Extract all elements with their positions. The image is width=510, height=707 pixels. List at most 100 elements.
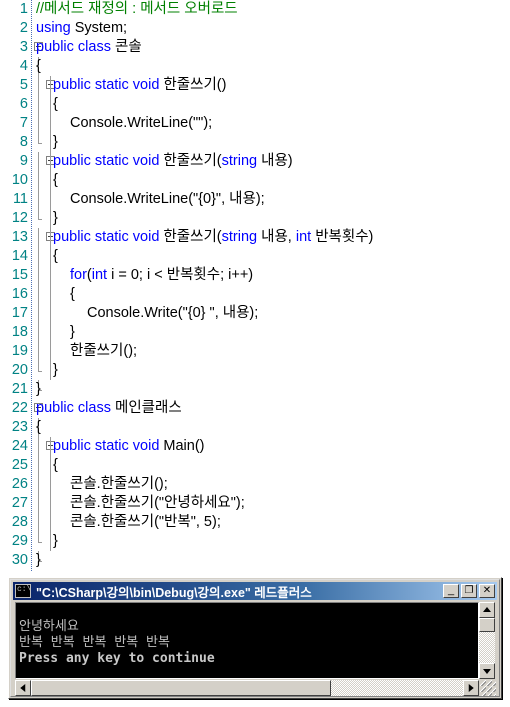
- console-window-frame: "C:\CSharp\강의\bin\Debug\강의.exe" 레드플러스 _ …: [10, 579, 500, 697]
- line-number: 15: [11, 267, 28, 283]
- code-text: {: [53, 95, 58, 114]
- console-output-screen[interactable]: 안녕하세요 반복 반복 반복 반복 반복 Press any key to cont…: [15, 602, 479, 679]
- code-line[interactable]: 24 public static void Main(): [0, 437, 510, 456]
- vertical-scroll-track[interactable]: [479, 632, 495, 663]
- chevron-right-icon: [468, 684, 474, 692]
- code-line[interactable]: 27 콘솔.한줄쓰기("안녕하세요");: [0, 494, 510, 513]
- fold-guide-line: [50, 247, 51, 266]
- fold-guide-line: [50, 133, 51, 152]
- code-line[interactable]: 17 Console.Write("{0} ", 내용);: [0, 304, 510, 323]
- console-window[interactable]: "C:\CSharp\강의\bin\Debug\강의.exe" 레드플러스 _ …: [8, 577, 502, 699]
- code-text: 콘솔.한줄쓰기("반복", 5);: [70, 513, 221, 532]
- console-horizontal-scrollbar[interactable]: [15, 680, 479, 696]
- code-line[interactable]: 16 {: [0, 285, 510, 304]
- fold-guide-line: [50, 304, 51, 323]
- code-line[interactable]: 6{: [0, 95, 510, 114]
- scroll-down-button[interactable]: [479, 663, 495, 679]
- code-line[interactable]: 12}: [0, 209, 510, 228]
- code-line[interactable]: 7 Console.WriteLine("");: [0, 114, 510, 133]
- line-number: 5: [19, 77, 28, 93]
- code-identifier: {: [36, 58, 41, 74]
- code-editor[interactable]: 1 //메서드 재정의 : 메서드 오버로드 2 using System; 3 publ…: [0, 0, 510, 572]
- code-line[interactable]: 19 한줄쓰기();: [0, 342, 510, 361]
- fold-guide-line: [50, 361, 51, 380]
- vertical-scroll-thumb[interactable]: [479, 618, 495, 632]
- code-line[interactable]: 13 public static void 한줄쓰기(string 내용, int…: [0, 228, 510, 247]
- scroll-left-button[interactable]: [15, 680, 31, 696]
- fold-guide-line: [50, 152, 51, 171]
- code-line[interactable]: 5 public static void 한줄쓰기(): [0, 76, 510, 95]
- code-line[interactable]: 30}: [0, 551, 510, 570]
- code-text: Console.WriteLine("");: [70, 114, 212, 133]
- horizontal-scroll-track[interactable]: [331, 680, 463, 696]
- line-number: 22: [11, 400, 28, 416]
- fold-guide-line: [38, 437, 39, 456]
- window-resize-grip[interactable]: [480, 680, 496, 696]
- code-line[interactable]: 4{: [0, 57, 510, 76]
- code-line[interactable]: 15 for(int i = 0; i < 반복횟수; i++): [0, 266, 510, 285]
- code-lines-container[interactable]: 1 //메서드 재정의 : 메서드 오버로드 2 using System; 3 publ…: [0, 0, 510, 570]
- console-output-text: 안녕하세요 반복 반복 반복 반복 반복 Press any key to cont…: [16, 603, 478, 667]
- code-identifier: }: [70, 324, 75, 340]
- maximize-button[interactable]: ❐: [461, 584, 477, 598]
- fold-guide-line: [38, 114, 39, 133]
- console-vertical-scrollbar[interactable]: [479, 602, 495, 679]
- code-line[interactable]: 14 {: [0, 247, 510, 266]
- code-identifier: 콘솔: [110, 39, 142, 55]
- code-line[interactable]: 22 public class 메인클래스: [0, 399, 510, 418]
- code-identifier: {: [53, 172, 58, 188]
- line-number: 13: [11, 229, 28, 245]
- code-line[interactable]: 26 콘솔.한줄쓰기();: [0, 475, 510, 494]
- fold-guide-line: [38, 304, 39, 323]
- code-line[interactable]: 3 public class 콘솔: [0, 38, 510, 57]
- fold-guide-line: [38, 171, 39, 190]
- code-keyword: public class: [36, 400, 111, 416]
- code-text: }: [53, 209, 58, 228]
- code-text: public class 메인클래스: [36, 399, 182, 418]
- console-output-line: Press any key to continue: [19, 651, 215, 666]
- code-identifier: 한줄쓰기(: [159, 153, 222, 169]
- code-line[interactable]: 29}: [0, 532, 510, 551]
- code-identifier: Console.WriteLine("{0}", 내용);: [70, 191, 265, 207]
- code-line[interactable]: 28 콘솔.한줄쓰기("반복", 5);: [0, 513, 510, 532]
- scroll-up-button[interactable]: [479, 602, 495, 618]
- code-keyword: string: [221, 153, 258, 169]
- code-keyword: int: [295, 229, 312, 245]
- code-identifier: Console.WriteLine("");: [70, 115, 213, 131]
- line-number: 6: [19, 96, 28, 112]
- code-line[interactable]: 8}: [0, 133, 510, 152]
- code-line[interactable]: 2 using System;: [0, 19, 510, 38]
- line-number: 4: [19, 58, 28, 74]
- horizontal-scroll-thumb[interactable]: [31, 680, 331, 696]
- code-identifier: }: [53, 533, 58, 549]
- fold-guide-line: [50, 532, 51, 551]
- console-app-icon: [15, 583, 31, 598]
- line-number: 27: [11, 495, 28, 511]
- code-line[interactable]: 25 {: [0, 456, 510, 475]
- scroll-right-button[interactable]: [463, 680, 479, 696]
- code-line[interactable]: 21}: [0, 380, 510, 399]
- code-text: }: [36, 551, 41, 570]
- code-line[interactable]: 9 public static void 한줄쓰기(string 내용): [0, 152, 510, 171]
- code-text: 콘솔.한줄쓰기("안녕하세요");: [70, 494, 245, 513]
- code-line[interactable]: 20}: [0, 361, 510, 380]
- fold-guide-line: [38, 475, 39, 494]
- code-text: {: [36, 57, 41, 76]
- console-titlebar[interactable]: "C:\CSharp\강의\bin\Debug\강의.exe" 레드플러스 _ …: [13, 582, 497, 600]
- code-identifier: System;: [70, 20, 128, 36]
- console-title-text: "C:\CSharp\강의\bin\Debug\강의.exe" 레드플러스: [36, 585, 312, 600]
- code-text: public static void Main(): [53, 437, 205, 456]
- code-text: 한줄쓰기();: [70, 342, 137, 361]
- code-line[interactable]: 18}: [0, 323, 510, 342]
- code-line[interactable]: 10 {: [0, 171, 510, 190]
- code-text: {: [70, 285, 75, 304]
- minimize-button[interactable]: _: [443, 584, 459, 598]
- code-line[interactable]: 1 //메서드 재정의 : 메서드 오버로드: [0, 0, 510, 19]
- line-number: 18: [11, 324, 28, 340]
- code-line[interactable]: 11 Console.WriteLine("{0}", 내용);: [0, 190, 510, 209]
- chevron-left-icon: [20, 684, 26, 692]
- close-button[interactable]: ✕: [479, 584, 495, 598]
- code-line[interactable]: 23 {: [0, 418, 510, 437]
- code-text: {: [36, 418, 41, 437]
